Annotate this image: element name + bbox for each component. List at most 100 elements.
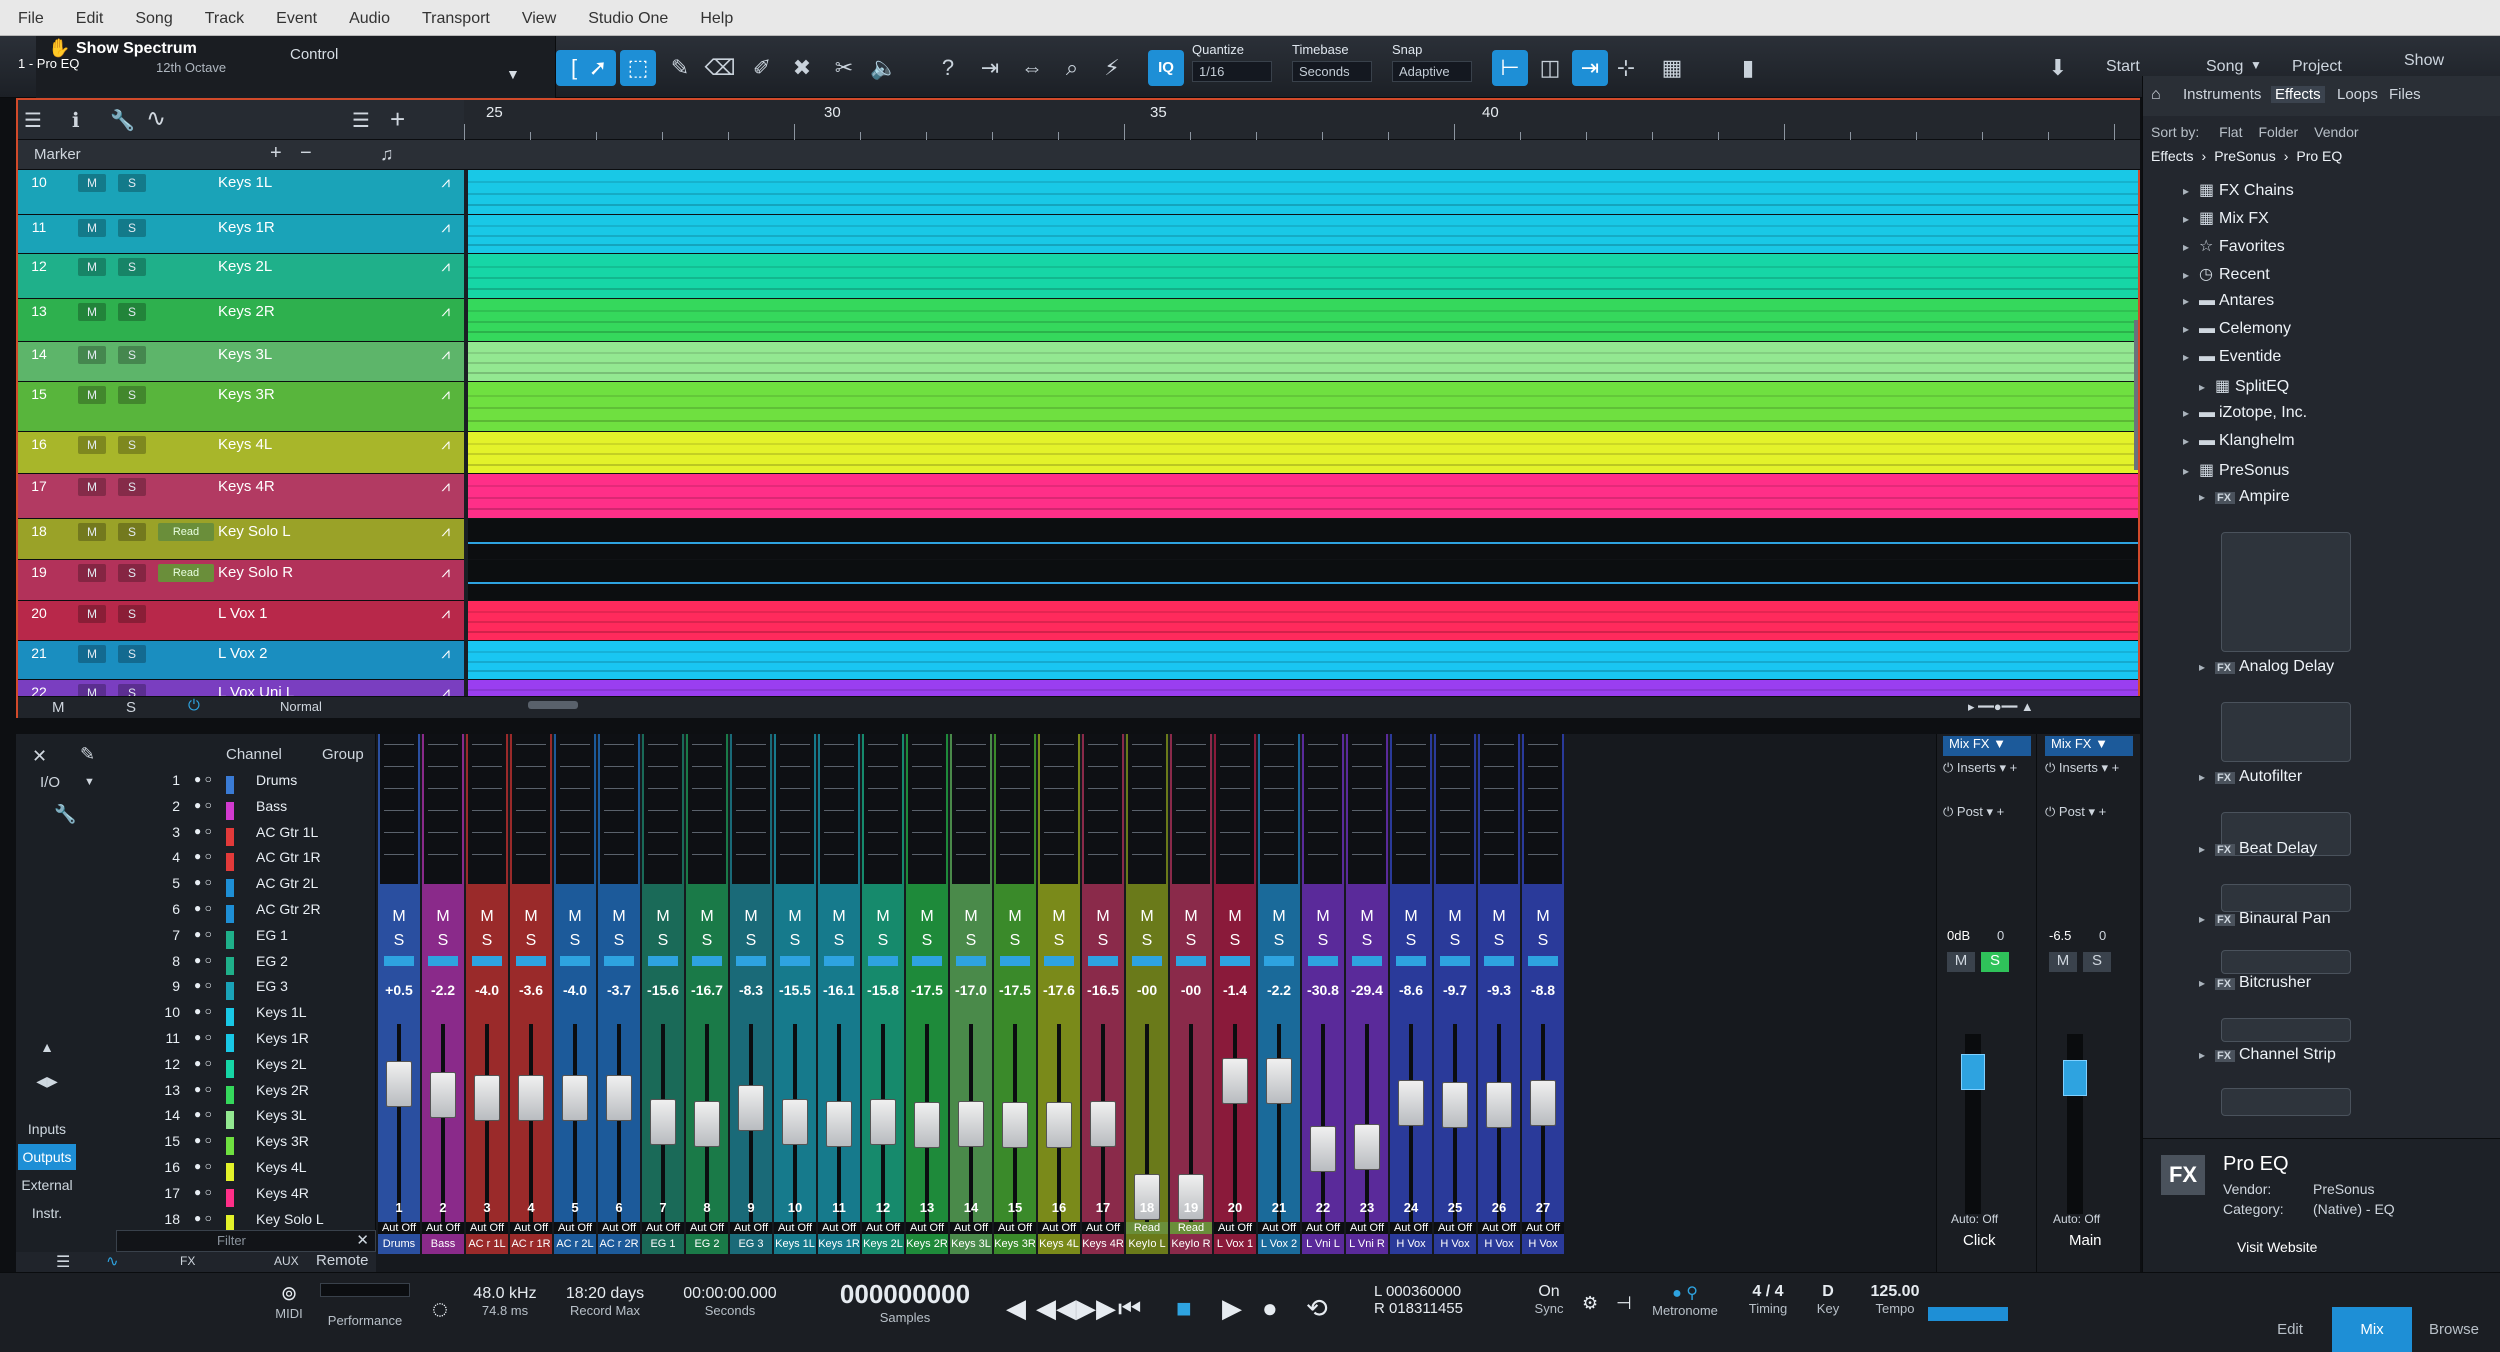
- goto-start-icon[interactable]: ⏮: [1118, 1293, 1141, 1325]
- pan-slider[interactable]: [1308, 956, 1338, 966]
- strip-solo-button[interactable]: S: [1220, 932, 1250, 952]
- waveform-icon[interactable]: ⩘: [442, 346, 450, 363]
- strip-mute-button[interactable]: M: [780, 908, 810, 928]
- track-mute-button[interactable]: M: [78, 604, 106, 623]
- list-icon[interactable]: ☰: [352, 108, 370, 133]
- volume-fader[interactable]: [1486, 1081, 1512, 1128]
- loop-icon[interactable]: ⟲: [1306, 1293, 1328, 1324]
- automation-mode[interactable]: Aut Off: [1478, 1222, 1520, 1234]
- waveform-icon[interactable]: ⩘: [442, 303, 450, 320]
- browser-item[interactable]: ▸ ◷ Recent: [2183, 264, 2270, 284]
- strip-solo-button[interactable]: S: [780, 932, 810, 952]
- browser-item[interactable]: ▸ ▬ Klanghelm: [2183, 432, 2295, 450]
- waveform-icon[interactable]: ⩘: [442, 219, 450, 236]
- waveform-icon[interactable]: ⩘: [442, 436, 450, 453]
- automation-mode[interactable]: Aut Off: [1346, 1222, 1388, 1234]
- automation-mode[interactable]: Aut Off: [1390, 1222, 1432, 1234]
- pan-slider[interactable]: [868, 956, 898, 966]
- strip-mute-button[interactable]: M: [824, 908, 854, 928]
- automation-mode[interactable]: Aut Off: [642, 1222, 684, 1234]
- track-lane[interactable]: [468, 560, 2138, 601]
- visit-website-link[interactable]: Visit Website: [2237, 1239, 2317, 1255]
- browser-item[interactable]: ▸ ▬ Antares: [2183, 292, 2274, 310]
- expand-arrow-icon[interactable]: ▸: [2199, 770, 2215, 784]
- mute-tool-icon[interactable]: ✖: [784, 50, 820, 86]
- strip-mute-button[interactable]: M: [956, 908, 986, 928]
- io-inputs-button[interactable]: Inputs: [18, 1116, 76, 1142]
- control-dropdown-icon[interactable]: ▼: [506, 66, 520, 82]
- volume-fader[interactable]: [430, 1071, 456, 1118]
- pencil-tool-icon[interactable]: ✎: [662, 50, 698, 86]
- pan-slider[interactable]: [780, 956, 810, 966]
- track-header[interactable]: 12 M S Keys 2L ⩘: [18, 254, 464, 300]
- metronome-control[interactable]: ● ⚲ Metronome: [1640, 1283, 1730, 1318]
- follow-icon[interactable]: ⊹: [1608, 50, 1644, 86]
- strip-solo-button[interactable]: S: [1352, 932, 1382, 952]
- track-solo-button[interactable]: S: [118, 645, 146, 664]
- track-solo-button[interactable]: S: [118, 478, 146, 497]
- track-lane[interactable]: [468, 341, 2138, 383]
- channel-list-item[interactable]: 3 ● ○ AC Gtr 1L: [76, 824, 376, 850]
- track-mute-button[interactable]: M: [78, 258, 106, 277]
- automation-mode[interactable]: Aut Off: [774, 1222, 816, 1234]
- sync-control[interactable]: On Sync: [1524, 1283, 1574, 1316]
- automation-mode[interactable]: Aut Off: [1258, 1222, 1300, 1234]
- pan-slider[interactable]: [692, 956, 722, 966]
- pan-slider[interactable]: [912, 956, 942, 966]
- strip-mute-button[interactable]: M: [604, 908, 634, 928]
- expand-arrow-icon[interactable]: ▸: [2183, 212, 2199, 226]
- breadcrumb-item[interactable]: PreSonus: [2214, 148, 2275, 164]
- track-header[interactable]: 19 M S Read Key Solo R ⩘: [18, 560, 464, 601]
- menu-icon[interactable]: ☰: [24, 108, 42, 133]
- fx-toggle[interactable]: FX: [180, 1254, 195, 1268]
- track-mute-button[interactable]: M: [78, 564, 106, 582]
- menu-song[interactable]: Song: [117, 0, 186, 28]
- track-header[interactable]: 10 M S Keys 1L ⩘: [18, 170, 464, 216]
- performance-meter[interactable]: Performance: [320, 1283, 410, 1328]
- automation-mode[interactable]: Aut Off: [378, 1222, 420, 1234]
- visibility-icon[interactable]: ● ○: [194, 772, 212, 786]
- channel-list-item[interactable]: 14 ● ○ Keys 3L: [76, 1107, 376, 1133]
- pan-slider[interactable]: [1220, 956, 1250, 966]
- strip-mute-button[interactable]: M: [1176, 908, 1206, 928]
- footer-solo[interactable]: S: [126, 699, 136, 716]
- main-fader[interactable]: [2063, 1060, 2087, 1096]
- strip-mute-button[interactable]: M: [1440, 908, 1470, 928]
- zoom-tool-icon[interactable]: ⌕: [1054, 50, 1090, 86]
- waveform-icon[interactable]: ⩘: [442, 386, 450, 403]
- track-read-badge[interactable]: Read: [158, 564, 214, 582]
- track-lane[interactable]: [468, 254, 2138, 300]
- expand-arrow-icon[interactable]: ▸: [2183, 322, 2199, 336]
- automation-mode[interactable]: Aut Off: [1522, 1222, 1564, 1234]
- strip-solo-button[interactable]: S: [1000, 932, 1030, 952]
- strip-solo-button[interactable]: S: [736, 932, 766, 952]
- listen-tool-icon[interactable]: 🔈: [866, 50, 902, 86]
- track-solo-button[interactable]: S: [118, 174, 146, 192]
- info-icon[interactable]: ℹ: [72, 108, 80, 133]
- pan-slider[interactable]: [1264, 956, 1294, 966]
- track-lane[interactable]: [468, 382, 2138, 433]
- track-header[interactable]: 11 M S Keys 1R ⩘: [18, 215, 464, 255]
- pan-slider[interactable]: [560, 956, 590, 966]
- track-solo-button[interactable]: S: [118, 303, 146, 322]
- strip-solo-button[interactable]: S: [1396, 932, 1426, 952]
- waveform-icon[interactable]: ⩘: [442, 605, 450, 622]
- sort-vendor[interactable]: Vendor: [2314, 124, 2358, 140]
- menu-view[interactable]: View: [504, 0, 570, 28]
- browser-item[interactable]: ▸ FX Binaural Pan: [2199, 910, 2331, 928]
- menu-audio[interactable]: Audio: [331, 0, 404, 28]
- waveform-icon[interactable]: ⩘: [442, 478, 450, 495]
- menu-studio-one[interactable]: Studio One: [570, 0, 682, 28]
- track-lane[interactable]: [468, 215, 2138, 255]
- volume-fader[interactable]: [870, 1098, 896, 1145]
- clear-filter-icon[interactable]: ✕: [356, 1231, 369, 1249]
- automation-mode[interactable]: Aut Off: [1082, 1222, 1124, 1234]
- volume-fader[interactable]: [1046, 1102, 1072, 1149]
- pan-slider[interactable]: [1440, 956, 1470, 966]
- pan-slider[interactable]: [736, 956, 766, 966]
- track-header[interactable]: 21 M S L Vox 2 ⩘: [18, 641, 464, 681]
- volume-fader[interactable]: [1090, 1100, 1116, 1147]
- horizontal-scrollbar[interactable]: [528, 701, 578, 709]
- control-label[interactable]: Control: [290, 46, 338, 63]
- visibility-icon[interactable]: ● ○: [194, 1082, 212, 1096]
